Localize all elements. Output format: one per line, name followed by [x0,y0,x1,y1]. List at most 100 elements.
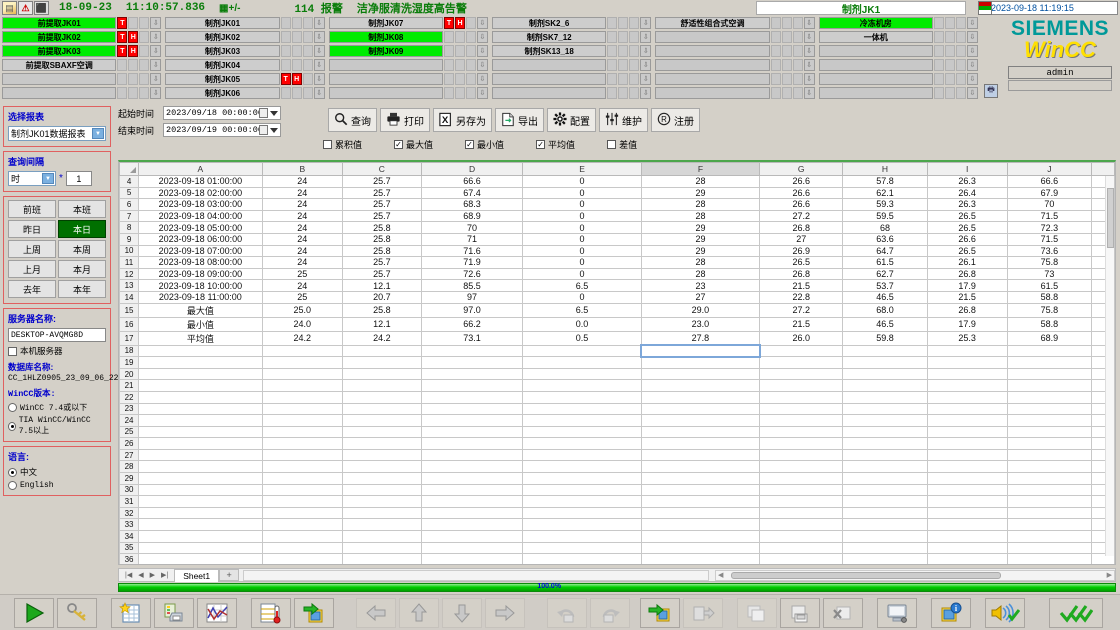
table-cell[interactable]: 62.7 [842,267,928,281]
alarm-slot-empty[interactable] [280,31,291,43]
table-cell[interactable]: 25 [261,290,343,304]
table-cell[interactable] [842,506,928,520]
unit-detail-icon[interactable]: ⇩ [313,59,325,71]
table-cell[interactable]: 25.8 [341,244,422,258]
table-cell[interactable]: 25.8 [341,221,422,234]
table-cell[interactable]: 26.8 [759,221,844,234]
table-cell[interactable]: 26.6 [926,232,1008,246]
aggregate-checkbox-0[interactable]: 累积值 [323,138,362,151]
nav-back-button[interactable] [356,597,396,628]
overview-unit-row[interactable]: 制剂JK05 T H ⇩ [163,72,326,86]
alarm-slot-empty[interactable] [629,59,640,71]
table-row[interactable]: 32 [119,506,1115,520]
table-row[interactable]: 30 [119,483,1115,497]
report-icon[interactable]: ▤ [2,1,17,15]
table-cell[interactable] [759,425,844,439]
table-cell[interactable] [261,344,343,358]
alarm-slot-empty[interactable] [933,59,944,71]
alarm-indicator-t[interactable]: T [117,45,128,57]
table-cell[interactable]: 70 [1006,198,1092,211]
language-option-chinese[interactable]: 中文 [8,466,106,478]
column-header-C[interactable]: C [341,162,422,176]
row-number[interactable]: 13 [119,279,140,292]
table-cell[interactable] [420,472,524,485]
table-cell[interactable] [341,379,422,392]
table-cell[interactable] [926,379,1008,392]
table-cell[interactable]: 85.5 [420,279,524,292]
table-cell[interactable]: 25.7 [341,186,422,200]
table-cell[interactable]: 22.8 [759,290,844,304]
table-cell[interactable] [420,553,524,564]
overview-unit-row[interactable]: ⇩ [653,30,816,44]
overview-unit-name[interactable]: 制剂JK09 [328,45,443,57]
range-button-8[interactable]: 去年 [8,280,56,298]
alarm-slot-empty[interactable] [629,31,640,43]
table-row[interactable]: 28 [119,460,1115,474]
table-cell[interactable] [420,344,524,358]
table-cell[interactable] [640,541,761,555]
table-cell[interactable] [522,402,642,416]
row-number[interactable]: 32 [119,506,140,520]
table-cell[interactable]: 68.0 [842,302,928,318]
table-cell[interactable]: 12.1 [341,279,422,292]
overview-unit-name[interactable]: 冷冻机房 [818,17,933,29]
table-cell[interactable]: 最大值 [138,302,263,318]
table-cell[interactable]: 6.5 [522,279,642,292]
enter-button[interactable] [640,597,680,628]
column-header-I[interactable]: I [926,162,1008,176]
overview-unit-name[interactable]: 制剂JK04 [165,59,280,71]
table-row[interactable]: 23 [119,402,1115,416]
table-cell[interactable] [138,506,263,520]
table-cell[interactable] [842,344,928,358]
aggregate-checkbox-2[interactable]: ✓ 最小值 [465,138,504,151]
table-cell[interactable] [341,402,422,416]
table-cell[interactable]: 71 [420,232,524,246]
table-row[interactable]: 9 2023-09-18 06:00:00 24 25.8 71 0 29 27 63.6 26.… [119,232,1115,246]
overview-unit-name[interactable] [818,59,933,71]
overview-unit-name[interactable] [655,45,770,57]
table-cell[interactable]: 25.7 [341,267,422,281]
radio-dot[interactable] [8,403,17,412]
row-number[interactable]: 6 [119,198,140,211]
table-cell[interactable] [759,414,844,427]
table-cell[interactable] [522,518,642,532]
table-cell[interactable] [522,541,642,555]
overview-unit-row[interactable]: ⇩ [0,86,163,100]
overview-unit-row[interactable]: 制剂JK07 T H ⇩ [327,16,490,30]
version-option-74[interactable]: WinCC 7.4或以下 [8,402,106,413]
table-cell[interactable]: 24 [261,209,343,223]
table-cell[interactable] [138,553,263,564]
range-button-3[interactable]: 本日 [58,220,106,238]
alarm-slot-empty[interactable] [618,45,629,57]
range-button-9[interactable]: 本年 [58,280,106,298]
table-cell[interactable]: 17.9 [926,316,1008,332]
alarm-slot-empty[interactable] [302,31,313,43]
table-row[interactable]: 15 最大值 25.0 25.8 97.0 6.5 29.0 27.2 68.0 26.8 75.8 [119,302,1115,318]
table-cell[interactable] [926,553,1008,564]
row-number[interactable]: 4 [119,175,140,188]
table-cell[interactable]: 97 [420,290,524,304]
table-cell[interactable] [926,356,1008,369]
radio-dot[interactable] [8,421,16,431]
overview-unit-row[interactable]: 前提取JK02 T H ⇩ [0,30,163,44]
toolbar-button-export[interactable]: 导出 [495,108,544,132]
table-cell[interactable]: 24 [261,256,343,269]
table-cell[interactable]: 24.2 [261,330,343,346]
aggregate-checkbox-1[interactable]: ✓ 最大值 [394,138,433,151]
overview-unit-row[interactable]: 制剂JK04 ⇩ [163,58,326,72]
alarm-slot-empty[interactable] [454,87,465,99]
table-cell[interactable] [138,402,263,416]
row-number[interactable]: 29 [119,472,140,485]
row-number[interactable]: 35 [119,541,140,555]
unit-detail-icon[interactable]: ⇩ [150,87,162,99]
checkbox-box[interactable]: ✓ [394,140,404,149]
table-row[interactable]: 13 2023-09-18 10:00:00 24 12.1 85.5 6.5 23 21.5… [119,279,1115,292]
table-cell[interactable] [261,379,343,392]
alarm-slot-empty[interactable] [955,45,966,57]
row-number[interactable]: 9 [119,232,140,246]
range-button-2[interactable]: 昨日 [8,220,56,238]
table-cell[interactable] [261,506,343,520]
unit-detail-icon[interactable]: ⇩ [966,73,978,85]
table-cell[interactable] [759,483,844,497]
table-cell[interactable]: 25.8 [341,302,422,318]
